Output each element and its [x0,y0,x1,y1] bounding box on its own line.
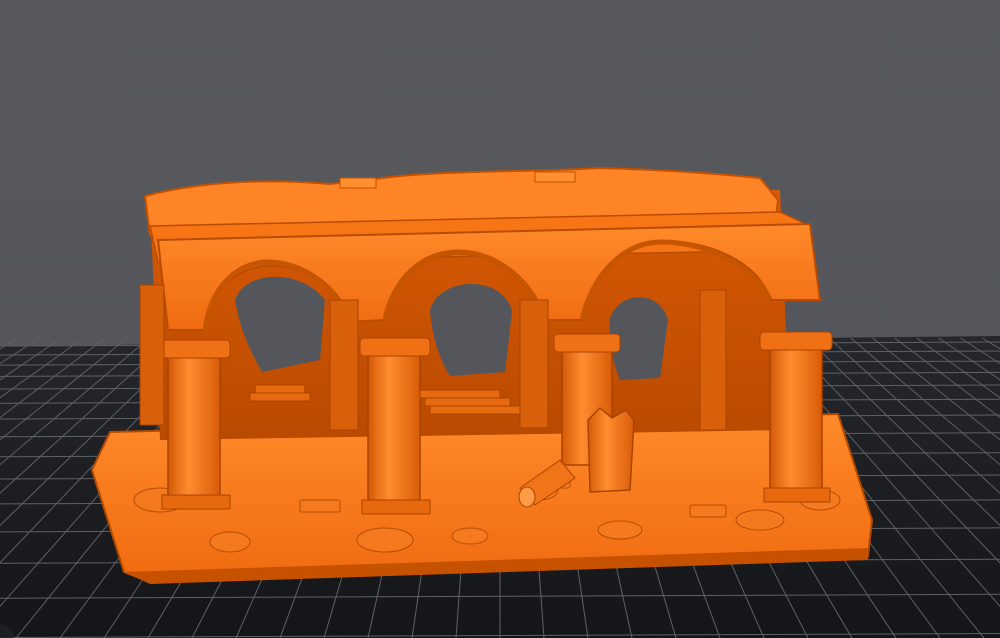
broken-column [587,406,635,493]
column-2 [359,337,431,515]
roof-block [339,177,377,189]
column-4 [759,331,833,503]
ruined-arcade-model[interactable] [0,0,1000,638]
roof-block [534,171,576,183]
column-1 [159,339,231,510]
3d-viewport[interactable] [0,0,1000,638]
